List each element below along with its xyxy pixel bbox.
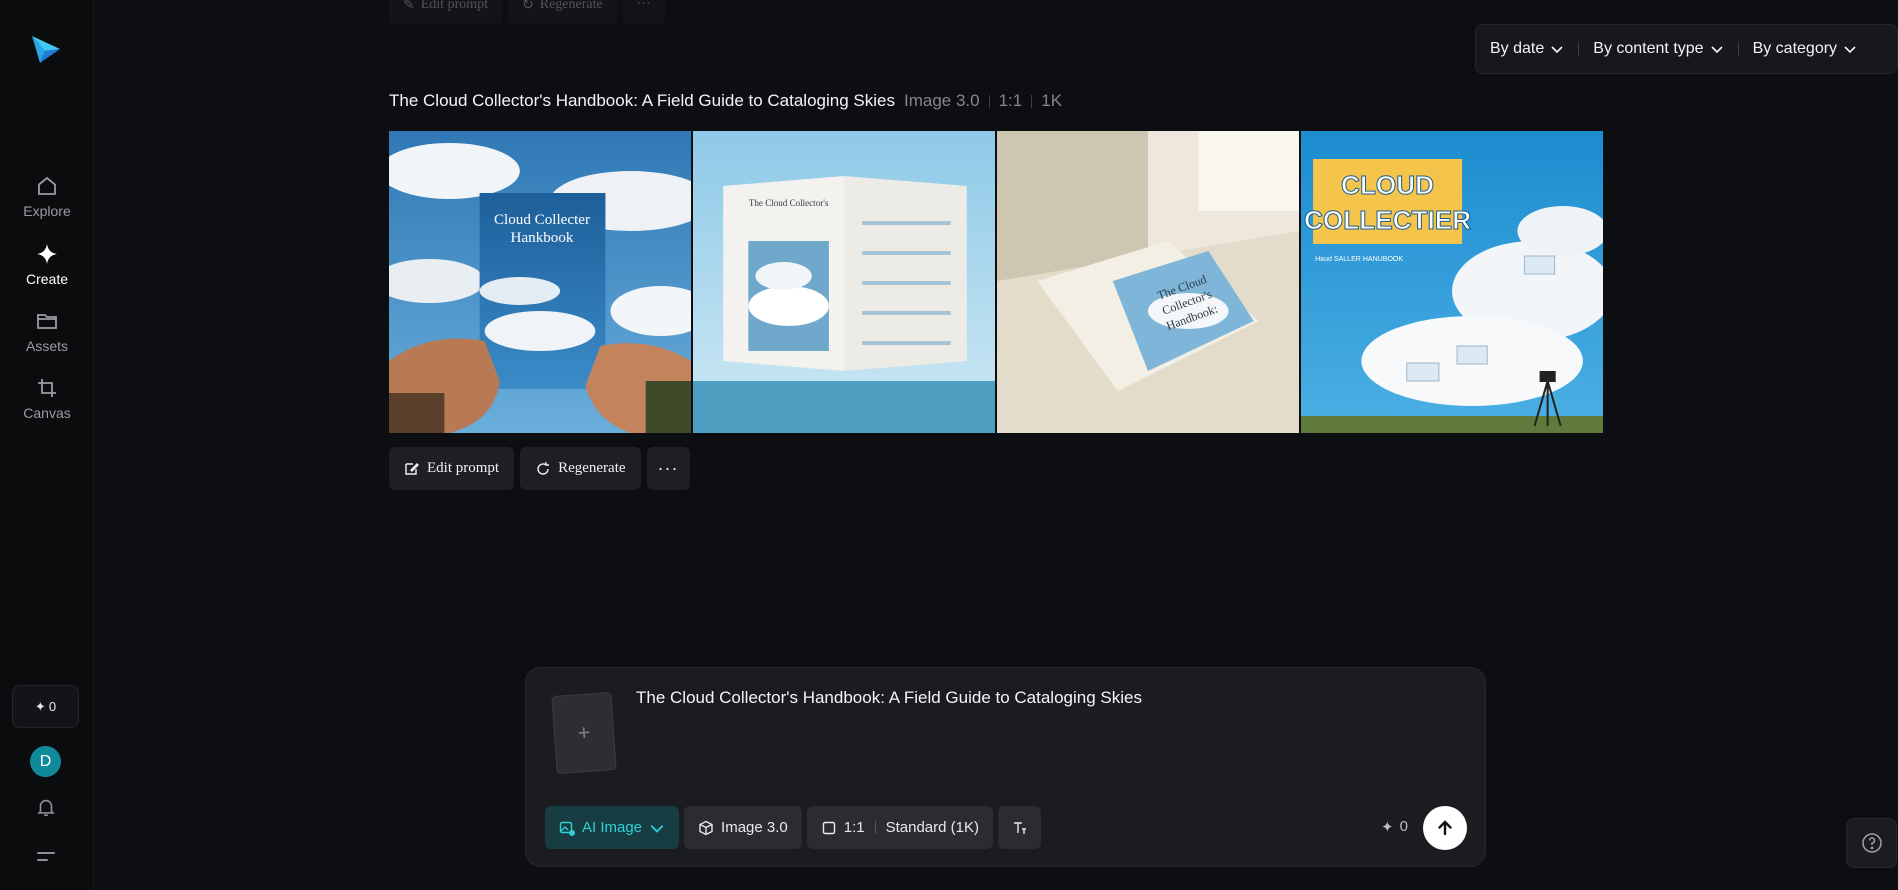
composer-toolbar: AI Image Image 3.0 1:1 Standard (1K) — [545, 806, 1041, 849]
prompt-composer: + AI Image Image 3.0 1:1 Standard (1K) ✦… — [525, 667, 1486, 867]
poster-title-line2: COLLECTIER — [1304, 205, 1471, 235]
sparkle-icon — [37, 244, 57, 264]
avatar[interactable]: D — [30, 746, 61, 777]
send-button[interactable] — [1423, 806, 1467, 850]
divider — [988, 94, 990, 108]
generated-image-3[interactable]: The Cloud Collector's Handbook: — [997, 131, 1299, 433]
button-label: Regenerate — [558, 460, 626, 476]
button-label: Regenerate — [539, 0, 603, 12]
text-style-button[interactable] — [998, 806, 1041, 849]
more-button[interactable]: ··· — [622, 0, 665, 24]
nav-assets[interactable]: Assets — [0, 309, 94, 354]
result-title: The Cloud Collector's Handbook: A Field … — [389, 91, 895, 110]
poster-title-line1: CLOUD — [1341, 170, 1434, 200]
result-actions: Edit prompt Regenerate ··· — [389, 447, 690, 490]
poster-subtitle: Haud SALLER HANUBOOK — [1315, 256, 1403, 263]
nav-label: Create — [25, 271, 69, 287]
folder-icon — [37, 314, 57, 329]
add-reference-image-button[interactable]: + — [551, 692, 617, 774]
generation-cost: ✦ 0 — [1381, 818, 1408, 836]
edit-icon: ✎ — [403, 0, 415, 13]
result-resolution: 1K — [1041, 91, 1063, 110]
filter-by-category[interactable]: By category — [1753, 40, 1857, 58]
divider — [1578, 42, 1580, 56]
edit-prompt-button[interactable]: ✎ Edit prompt — [389, 0, 503, 24]
filter-bar: By date By content type By category — [1475, 24, 1898, 74]
nav-create[interactable]: Create — [0, 242, 94, 287]
nav-label: Explore — [23, 203, 71, 219]
divider — [1031, 94, 1033, 108]
credits-pill[interactable]: ✦ 0 — [12, 685, 79, 728]
bell-icon[interactable] — [35, 796, 57, 818]
ratio-label: 1:1 — [843, 819, 865, 836]
square-icon — [822, 821, 835, 834]
crop-icon — [38, 379, 56, 397]
page-title: The Cloud Collector's — [749, 198, 829, 208]
mode-label: AI Image — [582, 819, 643, 836]
previous-result-actions: ✎ Edit prompt ↻ Regenerate ··· — [389, 0, 665, 24]
quality-label: Standard (1K) — [885, 819, 979, 836]
cost-value: 0 — [1399, 818, 1408, 835]
divider — [1737, 42, 1739, 56]
sidebar: Explore Create Assets Canvas ✦ 0 D — [0, 0, 94, 890]
chevron-down-icon — [1551, 46, 1563, 54]
filter-label: By date — [1490, 40, 1545, 57]
model-label: Image 3.0 — [721, 819, 788, 836]
generated-image-1[interactable]: Cloud Collecter Hankbook — [389, 131, 691, 433]
result-header: The Cloud Collector's Handbook: A Field … — [389, 91, 1062, 111]
chevron-down-icon — [1710, 46, 1723, 54]
image-icon — [559, 821, 575, 836]
chevron-down-icon — [1844, 46, 1856, 54]
refresh-icon — [537, 461, 550, 475]
star-icon: ✦ — [1381, 819, 1394, 836]
arrow-up-icon — [1438, 820, 1452, 836]
filter-by-date[interactable]: By date — [1490, 40, 1564, 58]
credits-count: 0 — [48, 699, 57, 714]
filter-label: By content type — [1593, 40, 1704, 57]
filter-label: By category — [1752, 40, 1838, 57]
help-button[interactable] — [1846, 818, 1897, 868]
cover-title-line2: Hankbook — [511, 230, 574, 246]
button-label: Edit prompt — [427, 460, 500, 476]
cover-title-line1: Cloud Collecter — [494, 212, 590, 228]
generated-image-4[interactable]: CLOUD COLLECTIER Haud SALLER HANUBOOK — [1301, 131, 1603, 433]
more-options-button[interactable]: ··· — [646, 447, 690, 490]
filter-by-content-type[interactable]: By content type — [1593, 40, 1723, 58]
prompt-input[interactable] — [636, 688, 1436, 708]
nav-label: Canvas — [23, 405, 71, 421]
result-ratio: 1:1 — [998, 91, 1023, 110]
button-label: Edit prompt — [420, 0, 489, 12]
divider — [874, 821, 876, 834]
model-selector[interactable]: Image 3.0 — [684, 806, 802, 849]
edit-prompt-button[interactable]: Edit prompt — [389, 447, 515, 490]
nav-explore[interactable]: Explore — [0, 174, 94, 219]
ratio-quality-selector[interactable]: 1:1 Standard (1K) — [806, 806, 993, 849]
home-icon — [38, 176, 56, 195]
mode-selector[interactable]: AI Image — [545, 806, 680, 849]
regenerate-button[interactable]: ↻ Regenerate — [508, 0, 617, 24]
chevron-down-icon — [650, 824, 664, 833]
edit-icon — [405, 462, 419, 475]
nav-label: Assets — [25, 338, 68, 354]
text-format-icon — [1013, 821, 1026, 834]
cube-icon — [699, 820, 713, 835]
result-model: Image 3.0 — [903, 91, 980, 110]
image-gallery: Cloud Collecter Hankbook The Cloud Colle… — [389, 131, 1603, 433]
generated-image-2[interactable]: The Cloud Collector's — [693, 131, 995, 433]
nav-canvas[interactable]: Canvas — [0, 376, 94, 421]
help-icon — [1861, 833, 1882, 853]
regenerate-button[interactable]: Regenerate — [520, 447, 641, 490]
plus-icon: + — [576, 719, 592, 746]
menu-icon[interactable] — [37, 849, 55, 865]
refresh-icon: ↻ — [522, 0, 534, 13]
star-icon: ✦ — [34, 698, 46, 714]
logo-icon[interactable] — [29, 32, 63, 66]
